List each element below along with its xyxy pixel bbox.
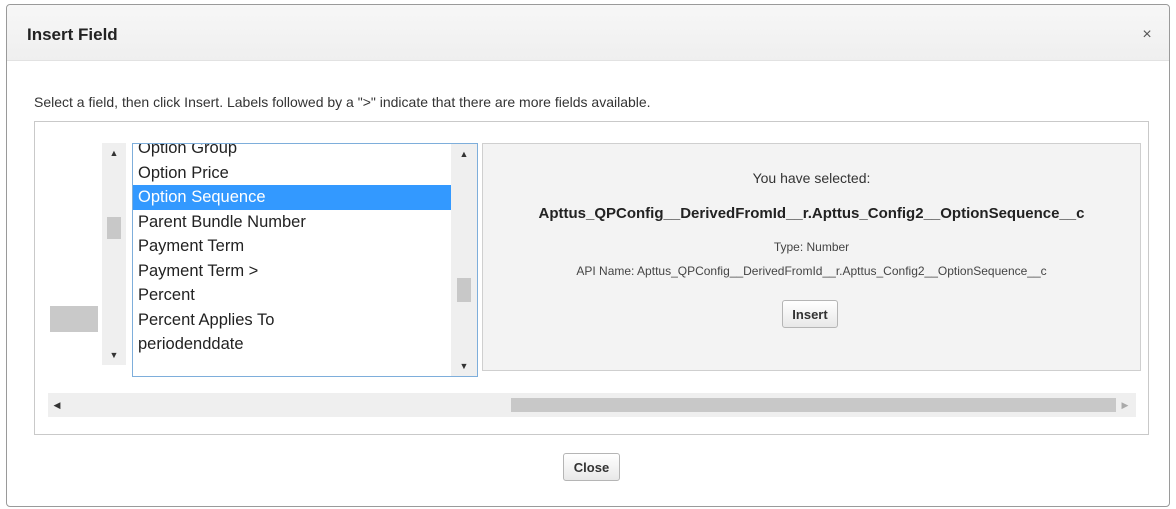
scrollbar-thumb[interactable] xyxy=(107,217,121,239)
scrollbar-thumb[interactable] xyxy=(457,278,471,302)
insert-field-dialog: Insert Field × Select a field, then clic… xyxy=(6,4,1170,507)
field-list-item[interactable]: Payment Term > xyxy=(133,259,451,284)
field-picker-panel: ▲ ▼ Option Group Option Price Option Seque… xyxy=(34,121,1149,435)
close-button[interactable]: Close xyxy=(563,453,620,481)
instructions-text: Select a field, then click Insert. Label… xyxy=(34,94,651,110)
scroll-right-icon[interactable]: ▶ xyxy=(1116,393,1134,417)
field-list-item[interactable]: Option Group xyxy=(133,144,451,161)
scroll-down-icon[interactable]: ▼ xyxy=(451,358,477,374)
selection-heading: You have selected: xyxy=(752,170,871,186)
field-type: Type: Number xyxy=(773,240,850,254)
horizontal-scrollbar[interactable]: ◀ ▶ xyxy=(48,393,1136,417)
scroll-up-icon[interactable]: ▲ xyxy=(102,145,126,161)
field-list-item[interactable]: Payment Term xyxy=(133,234,451,259)
scroll-up-icon[interactable]: ▲ xyxy=(451,146,477,162)
selection-info-panel: You have selected: Apttus_QPConfig__Deri… xyxy=(482,143,1141,371)
scroll-left-icon[interactable]: ◀ xyxy=(48,393,66,417)
field-list-item[interactable]: Parent Bundle Number xyxy=(133,210,451,235)
selected-field-path: Apttus_QPConfig__DerivedFromId__r.Apttus… xyxy=(538,205,1085,222)
parent-list-scrollbar[interactable]: ▲ ▼ xyxy=(102,143,126,365)
field-list-item[interactable]: Option Price xyxy=(133,161,451,186)
field-list-item[interactable]: Percent Applies To xyxy=(133,308,451,333)
field-list-item[interactable]: periodenddate xyxy=(133,332,451,357)
field-list-item[interactable]: Percent xyxy=(133,283,451,308)
field-list-items: Option Group Option Price Option Sequence P… xyxy=(133,144,451,357)
field-list-scrollbar[interactable]: ▲ ▼ xyxy=(451,144,477,376)
close-icon[interactable]: × xyxy=(1139,27,1155,43)
field-listbox[interactable]: Option Group Option Price Option Sequence P… xyxy=(132,143,478,377)
dialog-titlebar: Insert Field × xyxy=(7,5,1169,61)
field-api-name: API Name: Apttus_QPConfig__DerivedFromId… xyxy=(576,264,1047,278)
scrollbar-thumb[interactable] xyxy=(511,398,1116,412)
parent-field-list[interactable]: ▲ ▼ xyxy=(50,143,130,365)
dialog-title: Insert Field xyxy=(27,25,118,44)
insert-button[interactable]: Insert xyxy=(782,300,838,328)
scroll-down-icon[interactable]: ▼ xyxy=(102,347,126,363)
parent-list-selected-item[interactable] xyxy=(50,306,98,332)
field-list-item[interactable]: Option Sequence xyxy=(133,185,451,210)
